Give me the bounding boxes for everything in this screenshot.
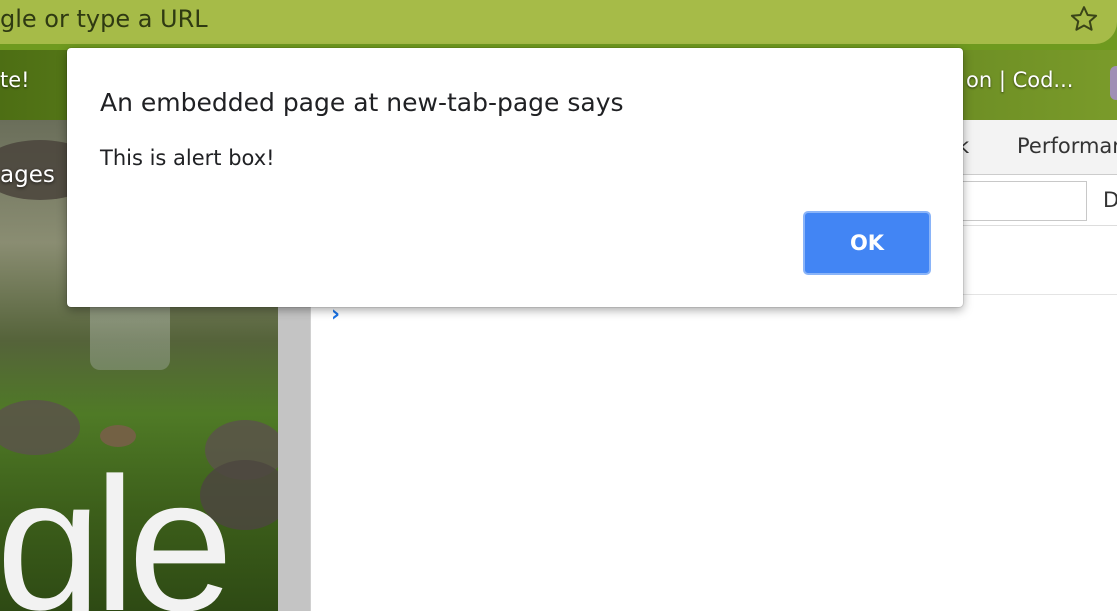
console-level-label[interactable]: D (1103, 188, 1117, 212)
images-link[interactable]: ages (0, 162, 55, 188)
omnibox-text[interactable]: gle or type a URL (0, 5, 208, 33)
browser-toolbar: gle or type a URL (0, 0, 1117, 50)
dialog-message: This is alert box! (100, 146, 275, 170)
bookmark-item-right[interactable]: on | Cod... (966, 68, 1073, 92)
star-icon[interactable] (1069, 4, 1099, 34)
console-filter-input[interactable] (961, 181, 1087, 221)
bookmark-folder-icon[interactable] (1110, 66, 1117, 100)
ok-button[interactable]: OK (803, 211, 931, 275)
devtools-tab-performance[interactable]: Performar (1017, 134, 1117, 158)
dialog-title: An embedded page at new-tab-page says (100, 88, 624, 117)
omnibox[interactable]: gle or type a URL (0, 0, 1117, 44)
bookmark-item-left[interactable]: te! (0, 68, 30, 92)
google-logo-fragment: gle (0, 439, 234, 611)
alert-dialog: An embedded page at new-tab-page says Th… (67, 48, 963, 307)
